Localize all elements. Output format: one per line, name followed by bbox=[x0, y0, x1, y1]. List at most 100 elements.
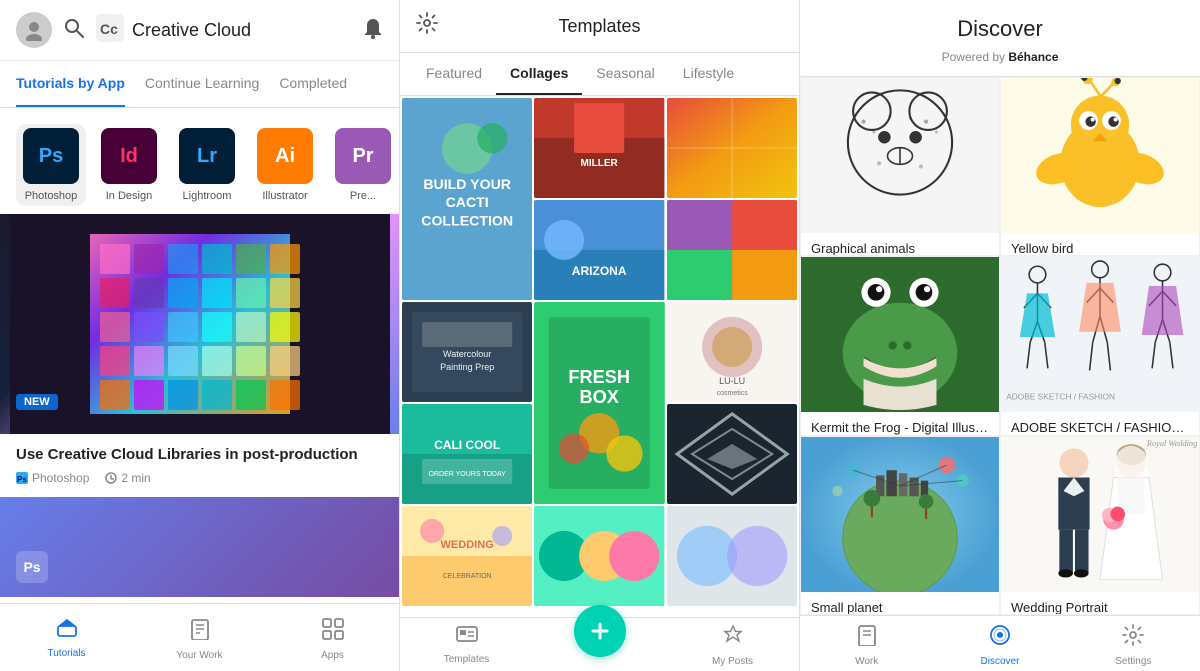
fab-add-button[interactable] bbox=[574, 605, 626, 657]
tab-lifestyle[interactable]: Lifestyle bbox=[669, 53, 748, 95]
right-header: Discover Powered by Béhance bbox=[800, 0, 1200, 77]
mid-template-grid: BUILD YOUR CACTI COLLECTION ELIZA MILLER bbox=[400, 96, 799, 617]
nav-apps[interactable]: Apps bbox=[266, 612, 399, 667]
left-header-title: Creative Cloud bbox=[132, 20, 363, 41]
ps-label: Photoshop bbox=[25, 190, 78, 202]
r-nav-work[interactable]: Work bbox=[800, 624, 933, 667]
mid-nav-my-posts[interactable]: My Posts bbox=[666, 624, 799, 667]
tab-collages[interactable]: Collages bbox=[496, 53, 582, 95]
discover-card-kermit[interactable]: Kermit the Frog - Digital Illust... Jeff… bbox=[800, 256, 1000, 435]
svg-text:Cc: Cc bbox=[100, 21, 118, 37]
tab-tutorials-by-app[interactable]: Tutorials by App bbox=[16, 61, 125, 107]
svg-text:WEDDING: WEDDING bbox=[441, 539, 494, 551]
nav-your-work-label: Your Work bbox=[176, 650, 222, 661]
mid-nav-templates[interactable]: Templates bbox=[400, 624, 533, 667]
tab-featured[interactable]: Featured bbox=[412, 53, 496, 95]
right-title: Discover bbox=[820, 16, 1180, 42]
settings-gear-icon[interactable] bbox=[416, 12, 438, 40]
tutorial-card-image-1: NEW bbox=[0, 214, 399, 434]
r-nav-discover-label: Discover bbox=[981, 656, 1020, 667]
tutorial-card-info: Use Creative Cloud Libraries in post-pro… bbox=[0, 434, 399, 497]
discover-card-image-4: ADOBE SKETCH / FASHION bbox=[1001, 257, 1199, 412]
app-icon-indesign[interactable]: Id In Design bbox=[94, 128, 164, 202]
svg-text:CACTI: CACTI bbox=[446, 194, 489, 210]
behance-label: Béhance bbox=[1008, 50, 1058, 64]
svg-text:MILLER: MILLER bbox=[581, 158, 619, 169]
tutorial-meta: Ps Photoshop 2 min bbox=[16, 471, 383, 485]
svg-text:FRESH: FRESH bbox=[569, 367, 631, 387]
tutorial-card-2[interactable]: Ps bbox=[0, 497, 399, 597]
discover-card-info-6: Wedding Portrait Royal Weddings 112 bbox=[1001, 592, 1199, 615]
template-cell-3[interactable] bbox=[667, 98, 797, 198]
apps-icon bbox=[322, 618, 344, 646]
fab-container bbox=[533, 624, 666, 667]
avatar[interactable] bbox=[16, 12, 52, 48]
tab-seasonal[interactable]: Seasonal bbox=[582, 53, 668, 95]
template-cell-6[interactable]: Watercolour Painting Prep bbox=[402, 302, 532, 402]
mid-nav-templates-label: Templates bbox=[444, 654, 490, 665]
template-cell-1[interactable]: BUILD YOUR CACTI COLLECTION bbox=[402, 98, 532, 300]
search-icon[interactable] bbox=[64, 18, 84, 43]
template-cell-9[interactable]: CALI COOL ORDER YOURS TODAY bbox=[402, 404, 532, 504]
svg-text:Royal Wedding: Royal Wedding bbox=[1146, 439, 1197, 448]
discover-card-title-3: Kermit the Frog - Digital Illust... bbox=[811, 420, 989, 435]
r-nav-discover[interactable]: Discover bbox=[933, 624, 1066, 667]
tutorial-overlay: NEW bbox=[0, 376, 399, 434]
settings-icon bbox=[1122, 624, 1144, 652]
svg-text:cosmetics: cosmetics bbox=[716, 390, 748, 397]
discover-card-info-3: Kermit the Frog - Digital Illust... Jeff… bbox=[801, 412, 999, 435]
tutorial-title: Use Creative Cloud Libraries in post-pro… bbox=[16, 446, 383, 463]
app-icon-premiere[interactable]: Pr Pre... bbox=[328, 128, 398, 202]
template-cell-11[interactable]: WEDDING CELEBRATION bbox=[402, 506, 532, 606]
my-posts-icon bbox=[722, 624, 744, 652]
r-nav-settings[interactable]: Settings bbox=[1067, 624, 1200, 667]
template-cell-5[interactable] bbox=[667, 200, 797, 300]
template-cell-10[interactable] bbox=[667, 404, 797, 504]
tab-continue-learning[interactable]: Continue Learning bbox=[145, 61, 259, 107]
svg-text:ARIZONA: ARIZONA bbox=[572, 264, 627, 278]
tutorial-scroll: NEW Use Creative Cloud Libraries in post… bbox=[0, 214, 399, 603]
app-icons-row: Ps Photoshop Id In Design Lr Lightroom A… bbox=[0, 108, 399, 214]
discover-card-title-4: ADOBE SKETCH / FASHION I... bbox=[1011, 420, 1189, 435]
svg-text:COLLECTION: COLLECTION bbox=[421, 212, 513, 228]
discover-card-fashion[interactable]: ADOBE SKETCH / FASHION ADOBE SKETCH / FA… bbox=[1000, 256, 1200, 435]
template-cell-7[interactable]: FRESH BOX bbox=[534, 302, 664, 504]
mid-nav-my-posts-label: My Posts bbox=[712, 656, 753, 667]
nav-tutorials[interactable]: Tutorials bbox=[0, 612, 133, 667]
discover-card-info-1: Graphical animals Katalin Macevics 55 bbox=[801, 233, 999, 256]
discover-card-info-5: Small planet World Builder 88 bbox=[801, 592, 999, 615]
discover-card-graphical-animals[interactable]: Graphical animals Katalin Macevics 55 bbox=[800, 77, 1000, 256]
app-icon-illustrator[interactable]: Ai Illustrator bbox=[250, 128, 320, 202]
svg-text:ORDER YOURS TODAY: ORDER YOURS TODAY bbox=[429, 471, 507, 478]
svg-text:ADOBE SKETCH / FASHION: ADOBE SKETCH / FASHION bbox=[1006, 392, 1115, 402]
template-cell-12[interactable] bbox=[534, 506, 664, 606]
template-cell-8[interactable]: LU-LU cosmetics bbox=[667, 302, 797, 402]
discover-card-planet[interactable]: Small planet World Builder 88 bbox=[800, 436, 1000, 615]
tutorial-app: Ps Photoshop bbox=[16, 471, 89, 485]
bell-icon[interactable] bbox=[363, 17, 383, 44]
mid-panel: Templates Featured Collages Seasonal Lif… bbox=[400, 0, 800, 671]
r-nav-settings-label: Settings bbox=[1115, 656, 1151, 667]
template-cell-2[interactable]: ELIZA MILLER bbox=[534, 98, 664, 198]
tab-completed[interactable]: Completed bbox=[279, 61, 347, 107]
lr-label: Lightroom bbox=[183, 190, 232, 202]
template-cell-13[interactable] bbox=[667, 506, 797, 606]
tutorial-card-1[interactable]: NEW Use Creative Cloud Libraries in post… bbox=[0, 214, 399, 497]
discover-card-image-5 bbox=[801, 437, 999, 592]
svg-text:BUILD YOUR: BUILD YOUR bbox=[423, 176, 511, 192]
work-icon bbox=[857, 624, 877, 652]
nav-your-work[interactable]: Your Work bbox=[133, 612, 266, 667]
discover-card-wedding[interactable]: Royal Wedding Wedding Portrait Royal Wed… bbox=[1000, 436, 1200, 615]
discover-card-image-2 bbox=[1001, 78, 1199, 233]
mid-header: Templates bbox=[400, 0, 799, 53]
ps-icon: Ps bbox=[23, 128, 79, 184]
app-icon-lightroom[interactable]: Lr Lightroom bbox=[172, 128, 242, 202]
left-header: Cc Creative Cloud bbox=[0, 0, 399, 61]
app-icon-photoshop[interactable]: Ps Photoshop bbox=[16, 124, 86, 206]
id-label: In Design bbox=[106, 190, 152, 202]
templates-nav-icon bbox=[456, 624, 478, 650]
template-cell-4[interactable]: ARIZONA bbox=[534, 200, 664, 300]
tutorials-icon bbox=[56, 618, 78, 644]
discover-card-yellow-bird[interactable]: Yellow bird Valentina Arambasic 47 bbox=[1000, 77, 1200, 256]
discover-card-image-6: Royal Wedding bbox=[1001, 437, 1199, 592]
